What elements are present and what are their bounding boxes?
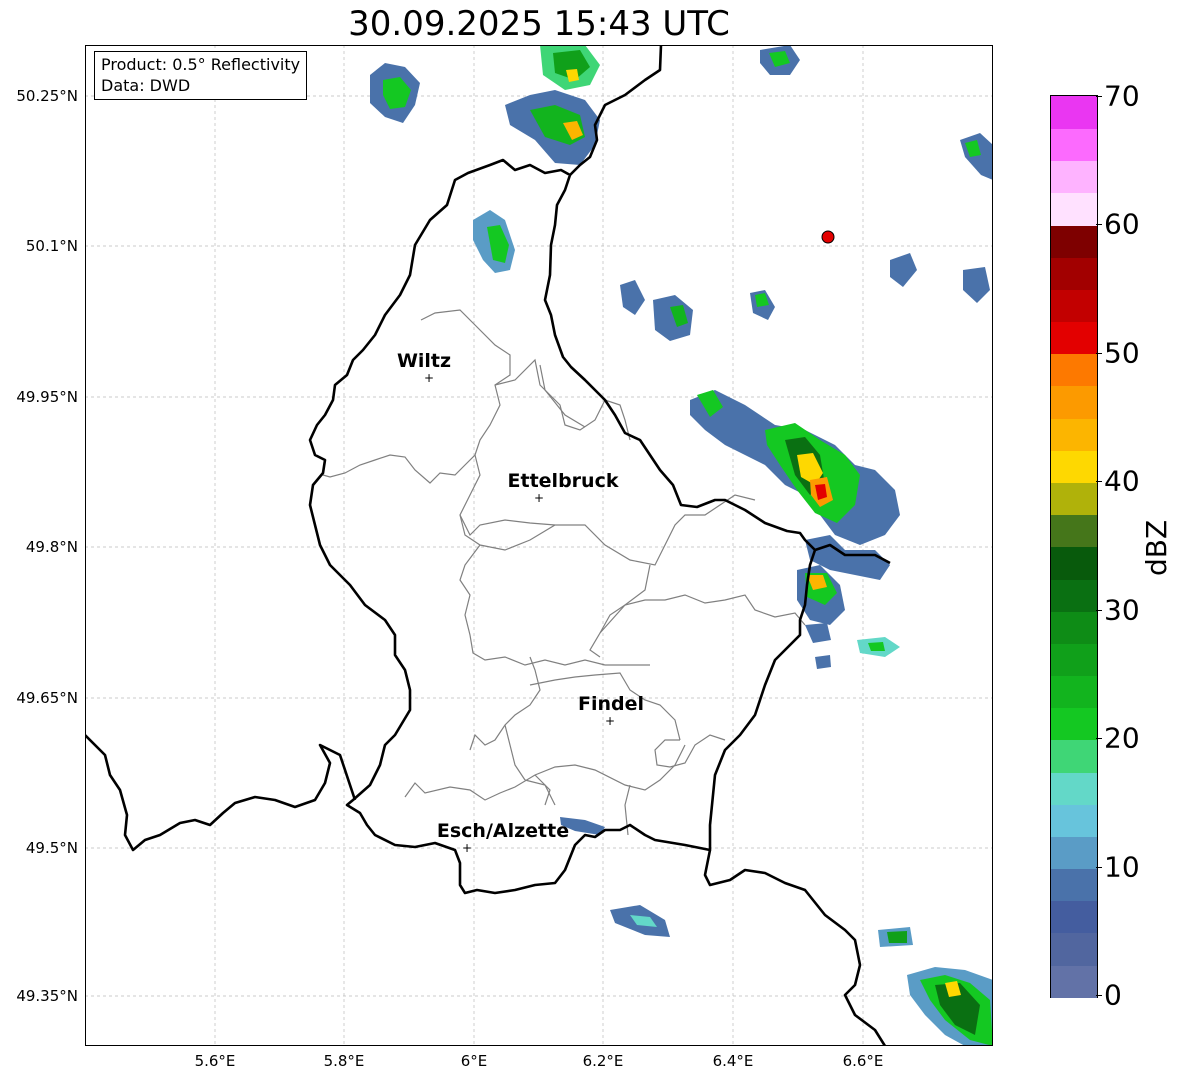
colorbar-tick [1096, 738, 1102, 739]
lat-tick-label: 50.1°N [25, 237, 78, 255]
info-box: Product: 0.5° Reflectivity Data: DWD [94, 51, 308, 100]
colorbar-segment [1051, 514, 1097, 547]
luxembourg-border [308, 158, 817, 895]
lon-tick-label: 5.6°E [194, 1052, 236, 1070]
colorbar-tick [1096, 353, 1102, 354]
city-label: Ettelbruck [507, 470, 619, 492]
colorbar-segment [1051, 225, 1097, 258]
colorbar-segment [1051, 257, 1097, 290]
city-marker-icon: + [461, 841, 473, 855]
colorbar-tick-label: 10 [1104, 850, 1140, 884]
french-border-west [85, 734, 357, 852]
echo-cell [653, 295, 693, 341]
colorbar-segment [1051, 804, 1097, 837]
city-label: Findel [577, 693, 645, 715]
colorbar-tick-label: 50 [1104, 336, 1140, 370]
colorbar [1050, 95, 1098, 998]
colorbar-tick [1096, 224, 1102, 225]
colorbar-segment [1051, 418, 1097, 451]
colorbar-segment [1051, 772, 1097, 805]
colorbar-segment [1051, 740, 1097, 773]
lat-tick-label: 49.8°N [25, 538, 78, 556]
colorbar-tick-label: 30 [1104, 593, 1140, 627]
lat-tick-label: 49.5°N [25, 839, 78, 857]
colorbar-segment [1051, 482, 1097, 515]
echo-cell [805, 623, 831, 643]
colorbar-tick [1096, 96, 1102, 97]
colorbar-segment [1051, 643, 1097, 676]
lon-tick-label: 6.6°E [842, 1052, 884, 1070]
colorbar-segment [1051, 193, 1097, 226]
gridlines [85, 45, 993, 1046]
radar-map[interactable] [85, 45, 993, 1046]
data-source-label: Data: DWD [101, 76, 191, 95]
colorbar-segment [1051, 547, 1097, 580]
map-title: 30.09.2025 15:43 UTC [348, 4, 730, 44]
product-label: Product: 0.5° Reflectivity [101, 55, 301, 74]
reflectivity-echoes [370, 45, 993, 1046]
echo-cell [963, 267, 990, 303]
echo-cell [960, 133, 993, 180]
city-marker-icon: + [423, 371, 435, 385]
colorbar-segment [1051, 675, 1097, 708]
german-border-east [703, 849, 887, 1046]
colorbar-tick-label: 20 [1104, 721, 1140, 755]
echo-cell [815, 655, 831, 669]
colorbar-tick [1096, 610, 1102, 611]
colorbar-segment [1051, 933, 1097, 966]
echo-cell [890, 253, 917, 287]
lat-tick-label: 50.25°N [16, 87, 78, 105]
lat-tick-label: 49.35°N [16, 987, 78, 1005]
lon-tick-label: 6.2°E [582, 1052, 624, 1070]
colorbar-segment [1051, 868, 1097, 901]
colorbar-tick-label: 70 [1104, 79, 1140, 113]
colorbar-segment [1051, 900, 1097, 933]
lat-tick-label: 49.95°N [16, 388, 78, 406]
country-borders [85, 45, 891, 1046]
lat-tick-label: 49.65°N [16, 689, 78, 707]
city-label: Wiltz [396, 350, 452, 372]
radar-site-marker [821, 230, 835, 244]
city-marker-icon: + [533, 491, 545, 505]
colorbar-segment [1051, 353, 1097, 386]
colorbar-segment [1051, 611, 1097, 644]
lon-tick-label: 6°E [460, 1052, 488, 1070]
colorbar-tick [1096, 995, 1102, 996]
colorbar-segment [1051, 579, 1097, 612]
city-label: Esch/Alzette [436, 820, 570, 842]
echo-cell [887, 931, 907, 943]
colorbar-segment [1051, 128, 1097, 161]
colorbar-segment [1051, 96, 1097, 129]
colorbar-segment [1051, 707, 1097, 740]
colorbar-segment [1051, 321, 1097, 354]
city-marker-icon: + [604, 714, 616, 728]
colorbar-segment [1051, 289, 1097, 322]
colorbar-segment [1051, 450, 1097, 483]
colorbar-segment [1051, 160, 1097, 193]
lon-tick-label: 6.4°E [712, 1052, 754, 1070]
colorbar-segment [1051, 965, 1097, 998]
echo-cell [620, 280, 645, 315]
map-canvas [85, 45, 993, 1046]
colorbar-tick-label: 60 [1104, 207, 1140, 241]
echo-cell [868, 642, 885, 651]
lon-tick-label: 5.8°E [323, 1052, 365, 1070]
colorbar-tick [1096, 481, 1102, 482]
colorbar-tick-label: 40 [1104, 464, 1140, 498]
colorbar-tick-label: 0 [1104, 978, 1122, 1012]
colorbar-segment [1051, 836, 1097, 869]
colorbar-title: dBZ [1140, 519, 1173, 576]
colorbar-segment [1051, 386, 1097, 419]
colorbar-tick [1096, 867, 1102, 868]
